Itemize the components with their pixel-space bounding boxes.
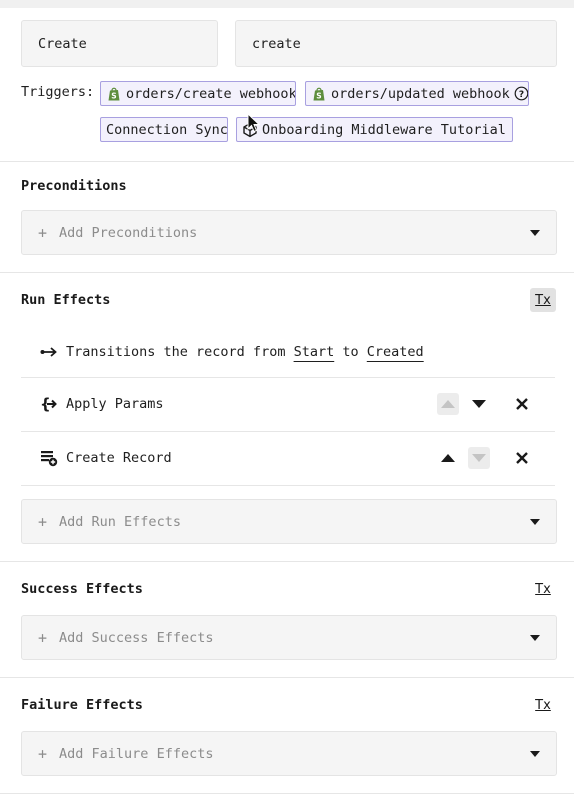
transition-middle: to <box>342 344 359 360</box>
shopify-icon: S <box>311 86 327 102</box>
plus-icon: + <box>38 512 48 531</box>
mouse-cursor-icon <box>247 113 261 133</box>
close-icon <box>516 398 528 410</box>
caret-down-icon <box>530 750 540 757</box>
remove-effect-button[interactable] <box>513 395 531 413</box>
svg-text:?: ? <box>519 90 524 100</box>
preconditions-title: Preconditions <box>21 178 127 194</box>
failure-effects-title: Failure Effects <box>21 697 143 713</box>
clear-formatting-button[interactable]: Tx <box>530 288 556 312</box>
success-effects-title: Success Effects <box>21 581 143 597</box>
add-success-effects-label: Add Success Effects <box>59 629 214 646</box>
triangle-down-icon <box>472 454 486 462</box>
transition-prefix: Transitions the record from <box>66 344 286 360</box>
trigger-label: Onboarding Middleware Tutorial … <box>262 121 513 138</box>
apply-params-icon: { <box>40 395 58 413</box>
clear-formatting-label: Tx <box>535 697 551 713</box>
plus-icon: + <box>38 744 48 763</box>
help-circle-icon[interactable]: ? <box>514 86 528 101</box>
move-up-button[interactable] <box>437 447 459 469</box>
clear-formatting-button[interactable]: Tx <box>530 693 556 717</box>
triggers-label: Triggers: <box>21 84 95 100</box>
state-name-value: Create <box>38 35 87 52</box>
triangle-up-icon <box>441 454 455 462</box>
trigger-connection-sync[interactable]: Connection Sync <box>100 117 228 142</box>
add-failure-effects-label: Add Failure Effects <box>59 745 214 762</box>
state-key-field[interactable]: create <box>235 20 557 67</box>
run-effect-label: Create Record <box>66 450 172 466</box>
divider <box>21 485 555 486</box>
top-strip <box>0 0 574 8</box>
remove-effect-button[interactable] <box>513 449 531 467</box>
add-preconditions-dropdown[interactable]: + Add Preconditions <box>21 210 557 255</box>
create-record-icon <box>40 449 58 467</box>
state-key-value: create <box>252 35 301 52</box>
divider <box>0 561 574 562</box>
caret-down-icon <box>530 634 540 641</box>
close-icon <box>516 452 528 464</box>
divider <box>0 161 574 162</box>
add-run-effects-dropdown[interactable]: + Add Run Effects <box>21 499 557 544</box>
divider <box>0 272 574 273</box>
trigger-label: orders/create webhook <box>126 85 296 102</box>
run-effect-label: Apply Params <box>66 396 164 412</box>
trigger-orders-create[interactable]: S orders/create webhook <box>100 81 296 106</box>
divider <box>0 677 574 678</box>
caret-down-icon <box>530 518 540 525</box>
triangle-down-icon <box>472 400 486 408</box>
add-success-effects-dropdown[interactable]: + Add Success Effects <box>21 615 557 660</box>
trigger-onboarding-middleware[interactable]: Onboarding Middleware Tutorial … <box>236 117 513 142</box>
clear-formatting-button[interactable]: Tx <box>530 577 556 601</box>
state-name-field[interactable]: Create <box>21 20 218 67</box>
move-up-button[interactable] <box>437 393 459 415</box>
shopify-icon: S <box>106 86 122 102</box>
transition-from-link[interactable]: Start <box>294 344 335 360</box>
move-down-button[interactable] <box>468 393 490 415</box>
triangle-up-icon <box>441 400 455 408</box>
transition-arrow-icon <box>40 343 58 361</box>
svg-text:S: S <box>316 91 321 100</box>
add-failure-effects-dropdown[interactable]: + Add Failure Effects <box>21 731 557 776</box>
add-preconditions-label: Add Preconditions <box>59 224 198 241</box>
plus-icon: + <box>38 628 48 647</box>
caret-down-icon <box>530 229 540 236</box>
move-down-button[interactable] <box>468 447 490 469</box>
plus-icon: + <box>38 223 48 242</box>
transition-row: Transitions the record from Start to Cre… <box>21 326 555 378</box>
divider <box>0 793 574 794</box>
transition-to-link[interactable]: Created <box>367 344 424 360</box>
trigger-orders-updated[interactable]: S orders/updated webhook ? <box>305 81 529 106</box>
clear-formatting-label: Tx <box>535 292 551 308</box>
run-effects-title: Run Effects <box>21 292 111 308</box>
add-run-effects-label: Add Run Effects <box>59 513 181 530</box>
trigger-label: orders/updated webhook <box>331 85 510 102</box>
svg-text:S: S <box>111 91 116 100</box>
trigger-label: Connection Sync <box>106 121 228 138</box>
clear-formatting-label: Tx <box>535 581 551 597</box>
